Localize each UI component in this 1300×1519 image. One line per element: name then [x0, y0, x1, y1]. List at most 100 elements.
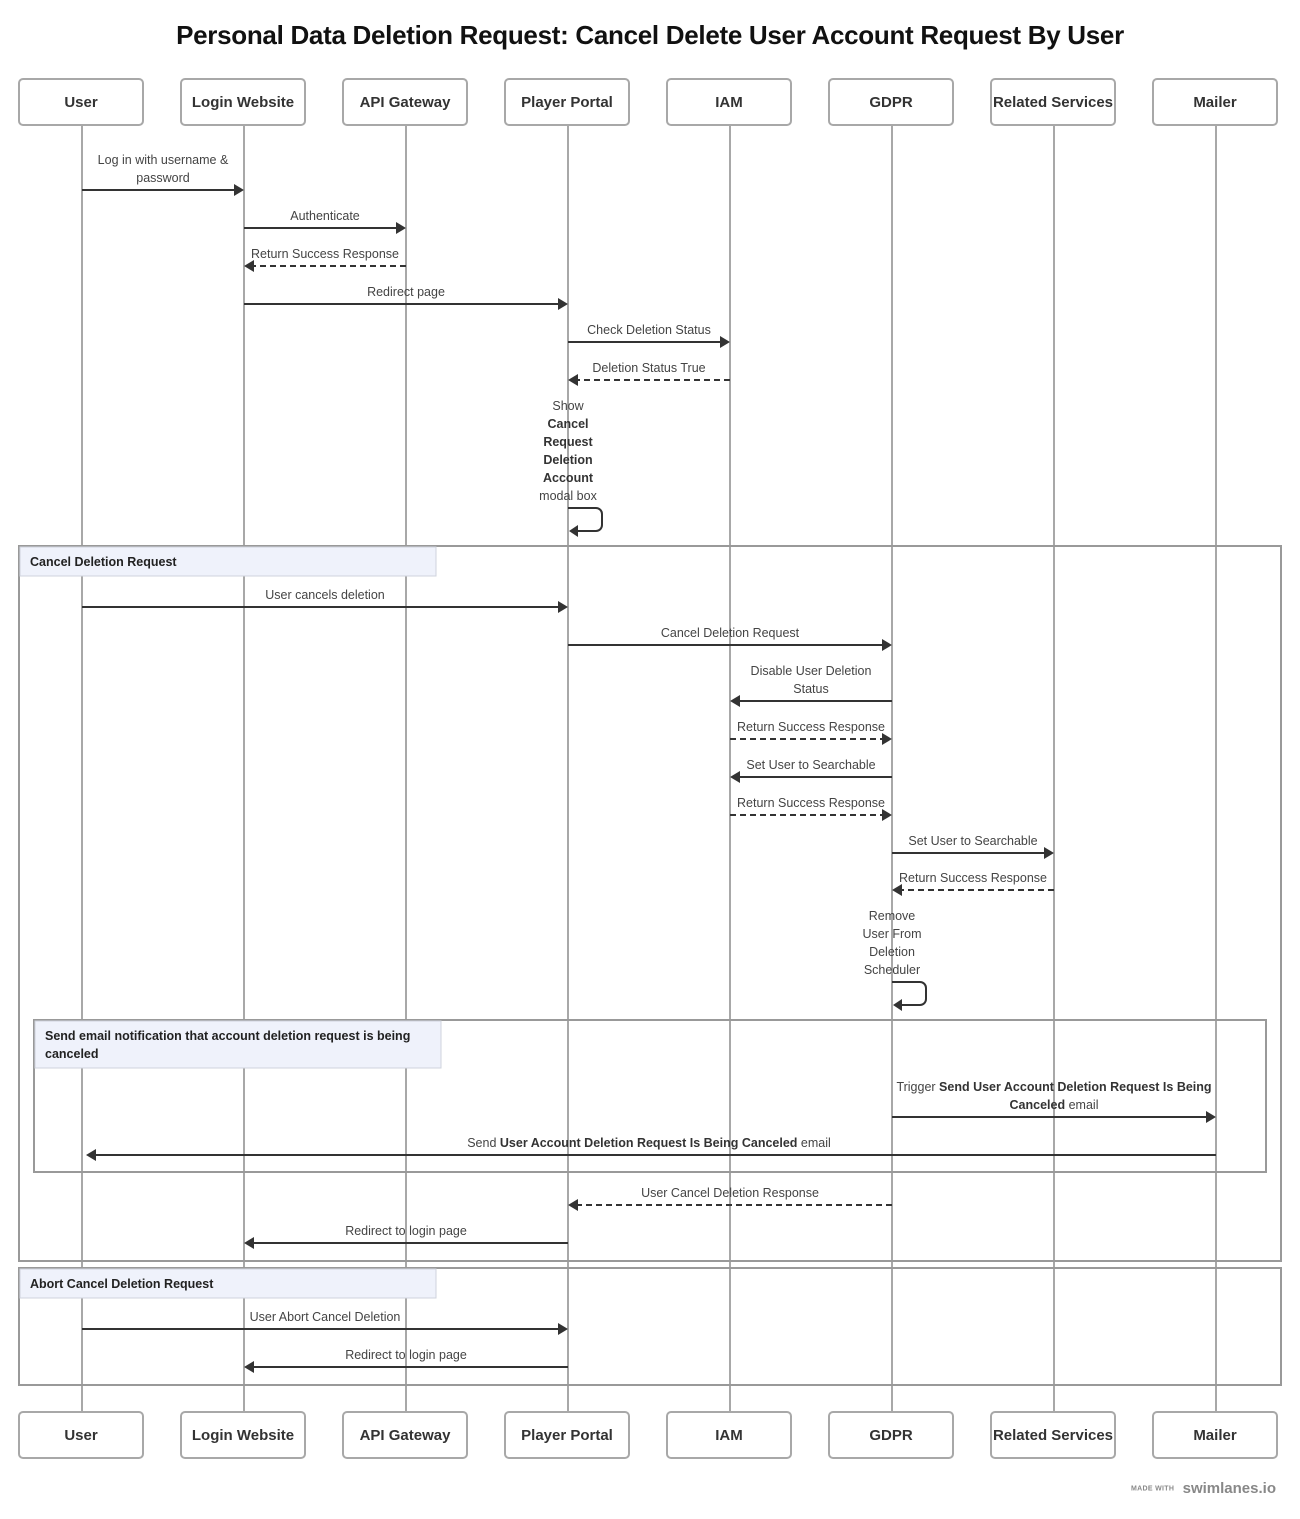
- lifelines: [81, 125, 1217, 1412]
- message-label: Send User Account Deletion Request Is Be…: [467, 1136, 831, 1150]
- message-label: Log in with username &: [98, 153, 229, 167]
- actor-api-bottom[interactable]: API Gateway: [342, 1411, 468, 1459]
- actor-iam-top[interactable]: IAM: [666, 78, 792, 126]
- message: Deletion Status True: [568, 361, 730, 386]
- actor-portal-top[interactable]: Player Portal: [504, 78, 630, 126]
- group-frame: Abort Cancel Deletion Request: [18, 1267, 1282, 1386]
- actor-label: User: [64, 1427, 98, 1444]
- actor-label: Mailer: [1193, 94, 1237, 111]
- arrowhead: [882, 809, 892, 821]
- actor-gdpr-top[interactable]: GDPR: [828, 78, 954, 126]
- sequence-diagram: Cancel Deletion Request Send email notifi…: [18, 78, 1282, 1459]
- message: Return Success Response: [244, 247, 406, 272]
- actor-mailer-bottom[interactable]: Mailer: [1152, 1411, 1278, 1459]
- actor-label: Login Website: [192, 1427, 294, 1444]
- arrowhead: [86, 1149, 96, 1161]
- actors-bottom: User Login Website API Gateway Player Porta…: [18, 1411, 1278, 1459]
- arrowhead: [1206, 1111, 1216, 1123]
- arrowhead: [730, 771, 740, 783]
- actor-label: GDPR: [869, 94, 913, 111]
- message-label: Cancel Deletion Request: [661, 626, 800, 640]
- message-label: Return Success Response: [899, 871, 1047, 885]
- arrowhead: [244, 1237, 254, 1249]
- actor-label: IAM: [715, 1427, 743, 1444]
- group-border: [18, 545, 1282, 1262]
- arrowhead: [568, 1199, 578, 1211]
- group-frame: Cancel Deletion Request: [18, 545, 1282, 1262]
- actor-portal-bottom[interactable]: Player Portal: [504, 1411, 630, 1459]
- message-label: User Cancel Deletion Response: [641, 1186, 819, 1200]
- message-label: Return Success Response: [251, 247, 399, 261]
- actor-label: Related Services: [993, 94, 1113, 111]
- arrowhead: [893, 999, 902, 1011]
- actor-mailer-top[interactable]: Mailer: [1152, 78, 1278, 126]
- actor-iam-bottom[interactable]: IAM: [666, 1411, 792, 1459]
- arrowhead: [882, 639, 892, 651]
- message-label: User cancels deletion: [265, 588, 385, 602]
- message: User Abort Cancel Deletion: [82, 1310, 568, 1335]
- arrowhead: [730, 695, 740, 707]
- group-label: Abort Cancel Deletion Request: [30, 1277, 214, 1291]
- message-label: password: [136, 171, 190, 185]
- actor-label: Login Website: [192, 94, 294, 111]
- actor-label: API Gateway: [360, 94, 452, 111]
- message: Trigger Send User Account Deletion Reque…: [892, 1080, 1216, 1123]
- actor-label: Player Portal: [521, 1427, 613, 1444]
- message-label: Authenticate: [290, 209, 360, 223]
- actor-api-top[interactable]: API Gateway: [342, 78, 468, 126]
- message-label: Return Success Response: [737, 796, 885, 810]
- message-label: Cancel: [548, 417, 589, 431]
- arrowhead: [568, 374, 578, 386]
- message-label: Deletion Status True: [592, 361, 705, 375]
- actor-label: Related Services: [993, 1427, 1113, 1444]
- message-label: Trigger Send User Account Deletion Reque…: [896, 1080, 1211, 1094]
- self-message-arrow: [892, 981, 927, 1006]
- message-label: Disable User Deletion: [751, 664, 872, 678]
- actor-user-bottom[interactable]: User: [18, 1411, 144, 1459]
- message-label: Deletion: [543, 453, 592, 467]
- arrowhead: [244, 260, 254, 272]
- message-label: Set User to Searchable: [746, 758, 875, 772]
- actors-top: User Login Website API Gateway Player Porta…: [18, 78, 1278, 126]
- message: Return Success Response: [730, 796, 892, 821]
- message-label: Request: [543, 435, 593, 449]
- arrowhead: [244, 1361, 254, 1373]
- message: Set User to Searchable: [892, 834, 1054, 859]
- brand-link[interactable]: swimlanes.io: [1183, 1480, 1276, 1497]
- actor-related-top[interactable]: Related Services: [990, 78, 1116, 126]
- message: Send User Account Deletion Request Is Be…: [86, 1136, 1216, 1161]
- message-label: Set User to Searchable: [908, 834, 1037, 848]
- groups: Cancel Deletion Request Send email notifi…: [18, 545, 1282, 1386]
- arrowhead: [558, 1323, 568, 1335]
- message-label: Remove: [869, 909, 916, 923]
- message: Authenticate: [244, 209, 406, 234]
- message-label: Check Deletion Status: [587, 323, 711, 337]
- message-label: Status: [793, 682, 828, 696]
- message-label: Redirect to login page: [345, 1224, 467, 1238]
- group-label: canceled: [45, 1047, 99, 1061]
- actor-user-top[interactable]: User: [18, 78, 144, 126]
- actor-label: User: [64, 94, 98, 111]
- actor-gdpr-bottom[interactable]: GDPR: [828, 1411, 954, 1459]
- message: Check Deletion Status: [568, 323, 730, 348]
- message: Show Cancel Request Deletion Account modal bo…: [539, 399, 603, 537]
- arrowhead: [892, 884, 902, 896]
- actor-related-bottom[interactable]: Related Services: [990, 1411, 1116, 1459]
- arrowhead: [558, 298, 568, 310]
- message-label: Show: [552, 399, 584, 413]
- made-with-label: MADE WITH: [1131, 1485, 1175, 1493]
- arrowhead: [882, 733, 892, 745]
- message-label: Canceled email: [1010, 1098, 1099, 1112]
- actor-label: IAM: [715, 94, 743, 111]
- actor-login-top[interactable]: Login Website: [180, 78, 306, 126]
- message-label: User From: [862, 927, 921, 941]
- actor-login-bottom[interactable]: Login Website: [180, 1411, 306, 1459]
- message-label: Redirect page: [367, 285, 445, 299]
- message: Return Success Response: [730, 720, 892, 745]
- messages: Log in with username & password Authentica…: [82, 153, 1216, 1373]
- self-message-arrow: [568, 507, 603, 532]
- message: Remove User From Deletion Scheduler: [862, 909, 927, 1011]
- arrowhead: [558, 601, 568, 613]
- message: Disable User Deletion Status: [730, 664, 892, 707]
- arrowhead: [1044, 847, 1054, 859]
